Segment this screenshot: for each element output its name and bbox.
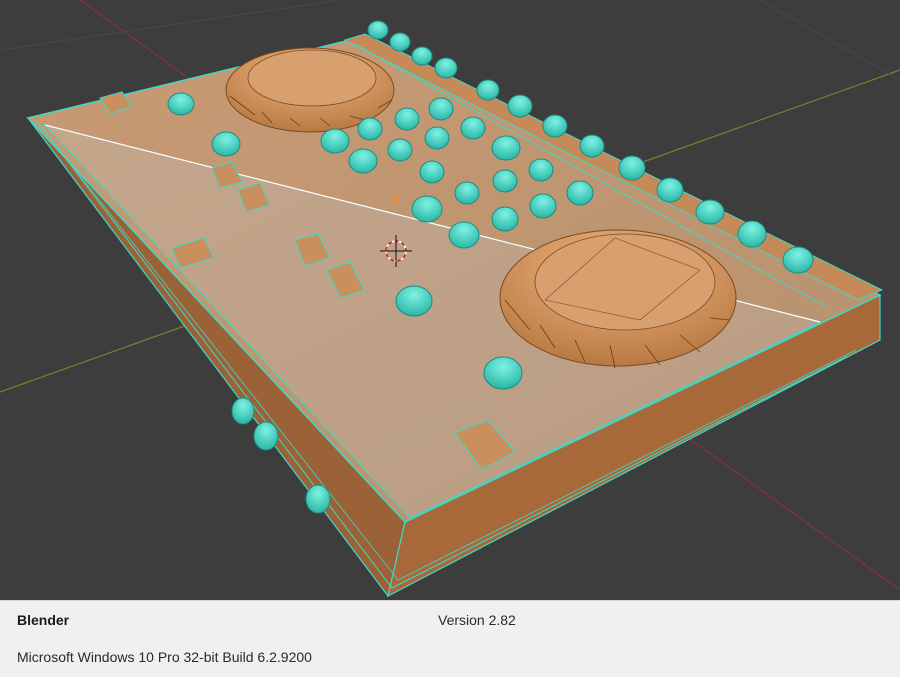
app-version: Version 2.82	[438, 612, 516, 628]
system-info-bar: Blender Version 2.82 Microsoft Windows 1…	[0, 600, 900, 677]
object-origin-icon	[393, 196, 399, 202]
app-name: Blender	[17, 612, 70, 628]
3d-viewport[interactable]	[0, 0, 900, 600]
grid-line	[0, 0, 341, 51]
grid-line	[759, 0, 900, 81]
os-info: Microsoft Windows 10 Pro 32-bit Build 6.…	[17, 649, 312, 665]
controller-model[interactable]	[26, 20, 884, 598]
